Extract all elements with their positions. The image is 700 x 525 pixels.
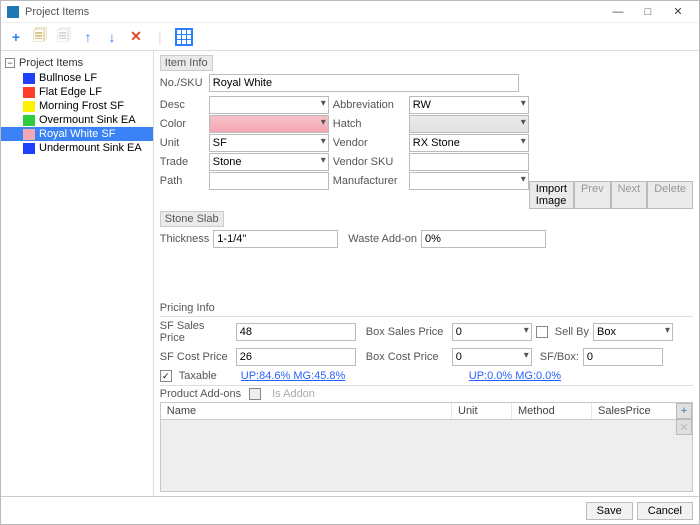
box-sales-label: Box Sales Price: [366, 326, 448, 338]
taxable-checkbox[interactable]: ✓: [160, 370, 172, 382]
thickness-label: Thickness: [160, 233, 210, 245]
manufacturer-label: Manufacturer: [333, 175, 405, 187]
delete-icon[interactable]: ✕: [127, 28, 145, 46]
vendor-label: Vendor: [333, 137, 405, 149]
col-name[interactable]: Name: [161, 403, 452, 419]
tree-item-morning-frost[interactable]: Morning Frost SF: [1, 99, 153, 113]
unit-label: Unit: [160, 137, 205, 149]
tree-label: Bullnose LF: [39, 72, 97, 84]
waste-input[interactable]: [421, 230, 546, 248]
box-margin-link[interactable]: UP:0.0% MG:0.0%: [469, 370, 561, 382]
unit-select[interactable]: SF: [209, 134, 329, 152]
tree-label: Overmount Sink EA: [39, 114, 136, 126]
hatch-label: Hatch: [333, 118, 405, 130]
sf-box-label: SF/Box:: [540, 351, 579, 363]
delete-image-button[interactable]: Delete: [647, 181, 693, 209]
taxable-label: Taxable: [179, 370, 237, 382]
tree-label: Flat Edge LF: [39, 86, 102, 98]
color-select[interactable]: [209, 115, 329, 133]
import-image-button[interactable]: Import Image: [529, 181, 574, 209]
sf-sales-label: SF Sales Price: [160, 320, 232, 344]
is-addon-label: Is Addon: [272, 388, 315, 400]
addons-header: Product Add-ons: [160, 388, 241, 400]
save-button[interactable]: Save: [586, 502, 633, 520]
prev-image-button[interactable]: Prev: [574, 181, 611, 209]
copy-icon[interactable]: 🗐: [31, 28, 49, 46]
color-label: Color: [160, 118, 205, 130]
next-image-button[interactable]: Next: [611, 181, 648, 209]
swatch-icon: [23, 87, 35, 98]
tree-item-royal-white[interactable]: Royal White SF: [1, 127, 153, 141]
abbrev-label: Abbreviation: [333, 99, 405, 111]
vendor-sku-input[interactable]: [409, 153, 529, 171]
tree-item-bullnose[interactable]: Bullnose LF: [1, 71, 153, 85]
tree-item-undermount-sink[interactable]: Undermount Sink EA: [1, 141, 153, 155]
sf-sales-input[interactable]: [236, 323, 356, 341]
sf-box-input[interactable]: [583, 348, 663, 366]
tree-label: Royal White SF: [39, 128, 115, 140]
move-up-icon[interactable]: ↑: [79, 28, 97, 46]
trade-select[interactable]: Stone: [209, 153, 329, 171]
box-sales-select[interactable]: 0: [452, 323, 532, 341]
path-input[interactable]: [209, 172, 329, 190]
tree-item-overmount-sink[interactable]: Overmount Sink EA: [1, 113, 153, 127]
move-down-icon[interactable]: ↓: [103, 28, 121, 46]
sf-cost-input[interactable]: [236, 348, 356, 366]
trade-label: Trade: [160, 156, 205, 168]
add-icon[interactable]: +: [7, 28, 25, 46]
sf-cost-label: SF Cost Price: [160, 351, 232, 363]
stone-slab-header: Stone Slab: [160, 211, 224, 227]
collapse-icon[interactable]: −: [5, 58, 15, 68]
box-cost-select[interactable]: 0: [452, 348, 532, 366]
vendor-select[interactable]: RX Stone: [409, 134, 529, 152]
cancel-button[interactable]: Cancel: [637, 502, 693, 520]
sell-by-checkbox[interactable]: [536, 326, 548, 338]
no-sku-input[interactable]: [209, 74, 519, 92]
thickness-input[interactable]: [213, 230, 338, 248]
tree-item-flat-edge[interactable]: Flat Edge LF: [1, 85, 153, 99]
sell-by-label: Sell By: [555, 326, 589, 338]
tree-root[interactable]: − Project Items: [1, 55, 153, 71]
swatch-icon: [23, 143, 35, 154]
is-addon-checkbox[interactable]: [249, 388, 261, 400]
desc-select[interactable]: [209, 96, 329, 114]
window-title: Project Items: [25, 6, 603, 18]
app-icon: [7, 6, 19, 18]
abbrev-select[interactable]: RW: [409, 96, 529, 114]
hatch-select[interactable]: [409, 115, 529, 133]
paste-icon[interactable]: 🗐: [55, 28, 73, 46]
tree-label: Morning Frost SF: [39, 100, 124, 112]
close-button[interactable]: ✕: [663, 5, 693, 18]
manufacturer-select[interactable]: [409, 172, 529, 190]
desc-label: Desc: [160, 99, 205, 111]
waste-label: Waste Add-on: [348, 233, 417, 245]
item-info-header: Item Info: [160, 55, 213, 71]
addons-table: Name Unit Method SalesPrice + ✕: [160, 402, 693, 492]
tree-root-label: Project Items: [19, 57, 83, 69]
margin-link[interactable]: UP:84.6% MG:45.8%: [241, 370, 371, 382]
tree-label: Undermount Sink EA: [39, 142, 142, 154]
box-cost-label: Box Cost Price: [366, 351, 448, 363]
vendor-sku-label: Vendor SKU: [333, 156, 405, 168]
remove-addon-button[interactable]: ✕: [676, 419, 692, 435]
swatch-icon: [23, 73, 35, 84]
path-label: Path: [160, 175, 205, 187]
pricing-header: Pricing Info: [160, 302, 693, 314]
add-addon-button[interactable]: +: [676, 403, 692, 419]
swatch-icon: [23, 129, 35, 140]
maximize-button[interactable]: □: [633, 6, 663, 18]
grid-icon[interactable]: [175, 28, 193, 46]
swatch-icon: [23, 115, 35, 126]
minimize-button[interactable]: —: [603, 6, 633, 18]
col-method[interactable]: Method: [512, 403, 592, 419]
divider: |: [151, 28, 169, 46]
sell-by-select[interactable]: Box: [593, 323, 673, 341]
swatch-icon: [23, 101, 35, 112]
no-sku-label: No./SKU: [160, 77, 205, 89]
col-unit[interactable]: Unit: [452, 403, 512, 419]
